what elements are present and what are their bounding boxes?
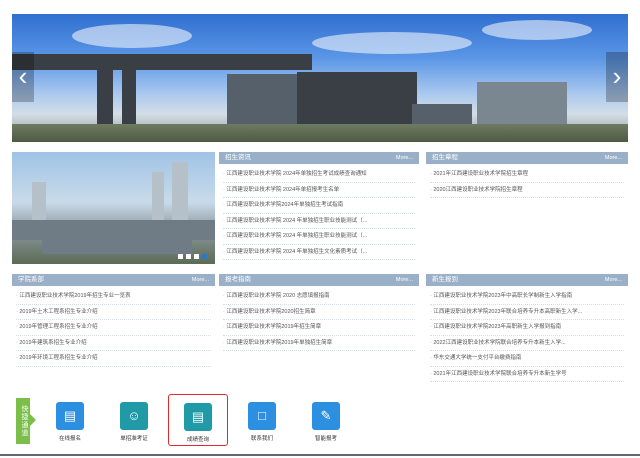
list-item[interactable]: 江西建设职业技术学院 2024 年单独招生职业技能测试（... (223, 229, 415, 245)
carousel-dot[interactable] (194, 254, 199, 259)
score-query-icon: ▤ (184, 403, 212, 431)
panel-departments: 学院系部 More... 江西建设职业技术学院2019年招生专业一览表 2019… (12, 274, 215, 386)
carousel-dot[interactable] (186, 254, 191, 259)
more-link[interactable]: More... (605, 152, 622, 164)
quick-online-apply[interactable]: ▤ 在线报名 (40, 394, 100, 446)
quick-smart-apply[interactable]: ✎ 智能报考 (296, 394, 356, 446)
carousel-dots (178, 254, 207, 259)
panel-title: 招生资讯 (225, 154, 251, 161)
list-item[interactable]: 2020江西建设职业技术学院招生章程 (430, 183, 624, 198)
carousel-dot[interactable] (178, 254, 183, 259)
more-link[interactable]: More... (605, 274, 622, 286)
quick-links-label: 快捷通道 (16, 398, 30, 444)
list-item[interactable]: 2019年管理工程系招生专业介绍 (16, 320, 211, 336)
panel-guide: 报考指南 More... 江西建设职业技术学院 2020 志愿填报指南 江西建设… (219, 274, 419, 386)
list-item[interactable]: 江西建设职业技术学院2023年中高职长学制新生入学指南 (430, 289, 624, 305)
list-item[interactable]: 江西建设职业技术学院2019年招生简章 (223, 320, 415, 336)
footer-divider (0, 454, 640, 456)
list-item[interactable]: 江西建设职业技术学院 2024 年单独招生职业技能测试（... (223, 214, 415, 229)
panel-title: 报考指南 (225, 276, 251, 283)
list-item[interactable]: 江西建设职业技术学院 2020 志愿填报指南 (223, 289, 415, 305)
hero-next-arrow[interactable]: › (606, 52, 628, 102)
list-item[interactable]: 2019年土木工程系招生专业介绍 (16, 305, 211, 320)
list-item[interactable]: 江西建设职业技术学院2023年联合培养专升本高职新生入学... (430, 305, 624, 320)
quick-contact-us[interactable]: □ 联系我们 (232, 394, 292, 446)
list-item[interactable]: 江西建设职业技术学院2023年高职新生入学报到指南 (430, 320, 624, 336)
carousel-dot-active[interactable] (202, 254, 207, 259)
panel-title: 学院系部 (18, 276, 44, 283)
list-item[interactable]: 江西建设职业技术学院2024年单独招生考试指南 (223, 198, 415, 214)
panel-title: 招生章程 (432, 154, 458, 161)
hero-banner: ‹ › (12, 14, 628, 142)
quick-links-bar: 快捷通道 ▤ 在线报名 ☺ 单招准考证 ▤ 成绩查询 □ 联系我们 ✎ 智能报考 (12, 392, 628, 450)
list-item[interactable]: 江西建设职业技术学院 2024 年单独招生文化素质考试（... (223, 245, 415, 260)
id-card-icon: ☺ (120, 402, 148, 430)
monitor-icon: □ (248, 402, 276, 430)
list-item[interactable]: 2021年江西建设职业技术学院招生章程 (430, 167, 624, 183)
form-icon: ▤ (56, 402, 84, 430)
panel-recruit-rules: 招生章程 More... 2021年江西建设职业技术学院招生章程 2020江西建… (426, 152, 628, 264)
panel-freshmen: 新生报到 More... 江西建设职业技术学院2023年中高职长学制新生入学指南… (426, 274, 628, 386)
list-item[interactable]: 2019年建筑系招生专业介绍 (16, 336, 211, 351)
list-item[interactable]: 华东交通大学统一支付平台缴费指南 (430, 351, 624, 367)
more-link[interactable]: More... (396, 274, 413, 286)
list-item[interactable]: 江西建设职业技术学院 2024年单独招生考试成绩查询通知 (223, 167, 415, 183)
campus-photo-carousel[interactable] (12, 152, 215, 264)
edit-doc-icon: ✎ (312, 402, 340, 430)
quick-score-query[interactable]: ▤ 成绩查询 (168, 394, 228, 446)
list-item[interactable]: 江西建设职业技术学院 2024年单招报考生名单 (223, 183, 415, 198)
more-link[interactable]: More... (192, 274, 209, 286)
panel-title: 新生报到 (432, 276, 458, 283)
list-item[interactable]: 江西建设职业技术学院2020招生简章 (223, 305, 415, 320)
list-item[interactable]: 2021年江西建设职业技术学院联合培养专升本新生学号 (430, 367, 624, 382)
list-item[interactable]: 江西建设职业技术学院2019年单独招生简章 (223, 336, 415, 351)
list-item[interactable]: 2019年环境工程系招生专业介绍 (16, 351, 211, 367)
list-item[interactable]: 2022江西建设职业技术学院联合培养专升本新生入学... (430, 336, 624, 351)
hero-prev-arrow[interactable]: ‹ (12, 52, 34, 102)
more-link[interactable]: More... (396, 152, 413, 164)
quick-links-arrow (30, 414, 36, 426)
panel-recruit-news: 招生资讯 More... 江西建设职业技术学院 2024年单独招生考试成绩查询通… (219, 152, 419, 264)
quick-admission-ticket[interactable]: ☺ 单招准考证 (104, 394, 164, 446)
list-item[interactable]: 江西建设职业技术学院2019年招生专业一览表 (16, 289, 211, 305)
